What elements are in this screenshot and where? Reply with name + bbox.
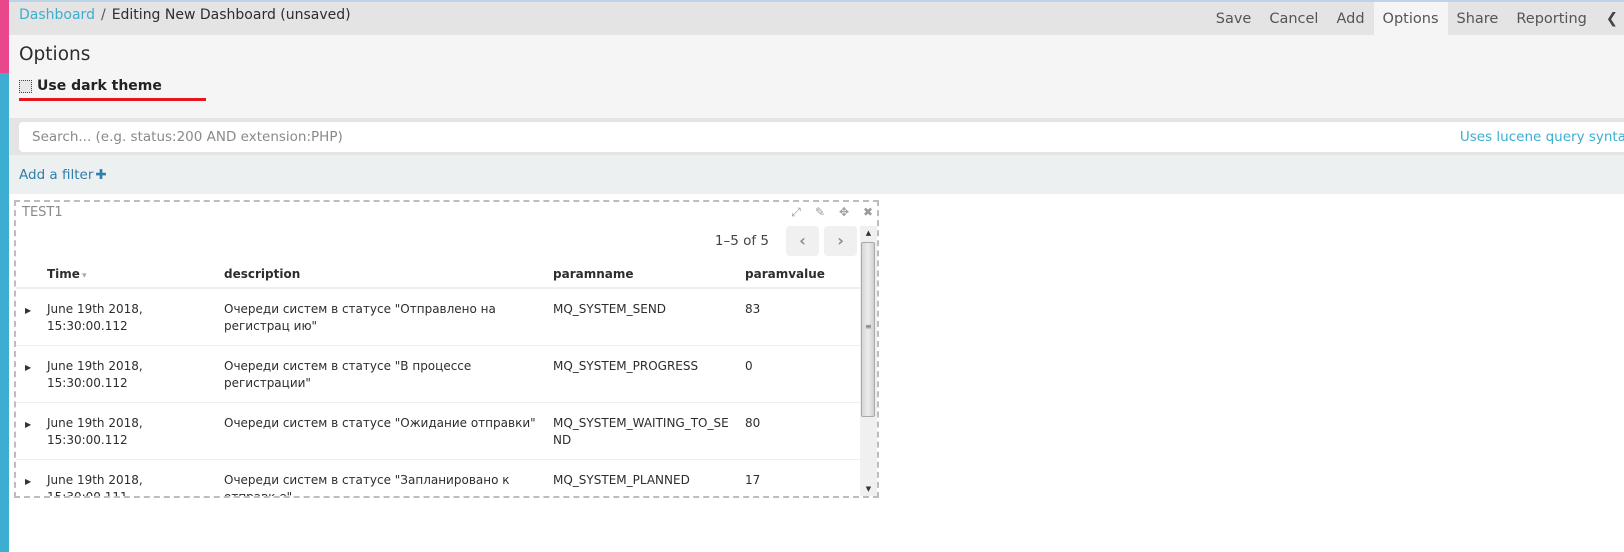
edit-pencil-icon[interactable]: ✎ xyxy=(813,205,827,219)
options-panel: Options Use dark theme xyxy=(9,35,1624,118)
next-page-button[interactable]: › xyxy=(824,226,857,256)
doc-table-container: Time ▾ description paramname paramvalue ▶… xyxy=(16,262,862,496)
pagination: 1–5 of 5 ‹ › xyxy=(715,226,857,256)
breadcrumb-current: Editing New Dashboard (unsaved) xyxy=(111,7,351,23)
table-row[interactable]: ▶ June 19th 2018, 15:30:00.112 Очереди с… xyxy=(16,345,862,403)
dark-theme-option: Use dark theme xyxy=(19,78,162,94)
plus-icon: ✚ xyxy=(95,167,107,183)
annotation-underline-dark-theme xyxy=(19,98,206,101)
cell-time: June 19th 2018, 15:30:00.112 xyxy=(47,402,224,460)
table-row[interactable]: ▶ June 19th 2018, 15:30:00.111 Очереди с… xyxy=(16,459,862,496)
menu-reporting-button[interactable]: Reporting xyxy=(1507,2,1596,35)
breadcrumb: Dashboard / Editing New Dashboard (unsaved… xyxy=(19,6,351,24)
table-header-row: Time ▾ description paramname paramvalue xyxy=(16,262,862,289)
sort-caret-icon[interactable]: ▾ xyxy=(82,271,87,281)
expand-icon[interactable]: ⤢ xyxy=(789,205,803,219)
expand-row-icon[interactable]: ▶ xyxy=(25,306,31,315)
header-description[interactable]: description xyxy=(224,262,553,289)
menu-cancel-button[interactable]: Cancel xyxy=(1260,2,1327,35)
cell-paramname: MQ_SYSTEM_PROGRESS xyxy=(553,345,745,403)
cell-paramvalue: 83 xyxy=(745,288,862,346)
top-nav-bar: Dashboard / Editing New Dashboard (unsaved… xyxy=(9,0,1624,35)
menu-add-button[interactable]: Add xyxy=(1327,2,1373,35)
table-row[interactable]: ▶ June 19th 2018, 15:30:00.112 Очереди с… xyxy=(16,402,862,460)
menu-options-button[interactable]: Options xyxy=(1373,2,1448,35)
top-menu: Save Cancel Add Options Share Reporting … xyxy=(1207,2,1624,35)
query-bar: Search... (e.g. status:200 AND extension… xyxy=(9,118,1624,155)
cell-paramvalue: 0 xyxy=(745,345,862,403)
scroll-up-arrow-icon[interactable]: ▲ xyxy=(860,226,877,240)
header-paramname[interactable]: paramname xyxy=(553,262,745,289)
table-vertical-scrollbar[interactable]: ▲ ≡ ▼ xyxy=(860,226,877,496)
cell-description: Очереди систем в статусе "Ожидание отпра… xyxy=(224,402,553,460)
scroll-down-arrow-icon[interactable]: ▼ xyxy=(860,482,877,496)
search-input[interactable]: Search... (e.g. status:200 AND extension… xyxy=(19,122,1624,152)
cell-time: June 19th 2018, 15:30:00.112 xyxy=(47,288,224,346)
table-row[interactable]: ▶ June 19th 2018, 15:30:00.112 Очереди с… xyxy=(16,288,862,346)
cell-paramname: MQ_SYSTEM_WAITING_TO_SEND xyxy=(553,402,745,460)
panel-controls: ⤢ ✎ ✥ ✖ xyxy=(789,205,875,219)
header-time-label: Time xyxy=(47,267,80,281)
menu-share-button[interactable]: Share xyxy=(1448,2,1508,35)
filter-bar: Add a filter ✚ xyxy=(9,155,1624,194)
header-expand-column xyxy=(16,262,47,289)
dashboard-panel-test1: TEST1 ⤢ ✎ ✥ ✖ 1–5 of 5 ‹ › Time ▾ descrip… xyxy=(14,200,879,498)
cell-description: Очереди систем в статусе "Отправлено на … xyxy=(224,288,553,346)
cell-time: June 19th 2018, 15:30:00.112 xyxy=(47,345,224,403)
previous-page-button[interactable]: ‹ xyxy=(786,226,819,256)
lucene-syntax-link[interactable]: Uses lucene query syntax xyxy=(1460,129,1624,145)
expand-row-icon[interactable]: ▶ xyxy=(25,477,31,486)
doc-table: Time ▾ description paramname paramvalue ▶… xyxy=(16,262,862,496)
dark-theme-label[interactable]: Use dark theme xyxy=(37,78,162,94)
expand-row-icon[interactable]: ▶ xyxy=(25,363,31,372)
scrollbar-thumb[interactable]: ≡ xyxy=(861,242,875,417)
breadcrumb-dashboard-link[interactable]: Dashboard xyxy=(19,7,95,23)
add-filter-link[interactable]: Add a filter ✚ xyxy=(19,167,107,183)
menu-save-button[interactable]: Save xyxy=(1207,2,1261,35)
cell-paramvalue: 80 xyxy=(745,402,862,460)
pagination-text: 1–5 of 5 xyxy=(714,233,769,249)
move-icon[interactable]: ✥ xyxy=(837,205,851,219)
header-time[interactable]: Time ▾ xyxy=(47,262,224,289)
search-placeholder: Search... (e.g. status:200 AND extension… xyxy=(32,129,343,145)
expand-row-icon[interactable]: ▶ xyxy=(25,420,31,429)
scrollbar-grip-icon: ≡ xyxy=(865,322,872,331)
cell-description: Очереди систем в статусе "В процессе рег… xyxy=(224,345,553,403)
cell-paramname: MQ_SYSTEM_SEND xyxy=(553,288,745,346)
cell-time: June 19th 2018, 15:30:00.111 xyxy=(47,459,224,496)
chevron-left-icon[interactable]: ❮ xyxy=(1596,2,1624,35)
close-icon[interactable]: ✖ xyxy=(861,205,875,219)
add-filter-label: Add a filter xyxy=(19,167,94,183)
dark-theme-checkbox[interactable] xyxy=(19,79,32,93)
cell-paramname: MQ_SYSTEM_PLANNED xyxy=(553,459,745,496)
panel-title: TEST1 xyxy=(22,205,63,220)
breadcrumb-separator: / xyxy=(100,7,106,23)
options-title: Options xyxy=(19,44,91,65)
cell-paramvalue: 17 xyxy=(745,459,862,496)
app-root: Dashboard / Editing New Dashboard (unsaved… xyxy=(0,0,1624,552)
cell-description: Очереди систем в статусе "Запланировано … xyxy=(224,459,553,496)
sidebar-logo-accent xyxy=(0,0,9,73)
app-sidebar-strip xyxy=(0,0,9,552)
header-paramvalue[interactable]: paramvalue xyxy=(745,262,862,289)
